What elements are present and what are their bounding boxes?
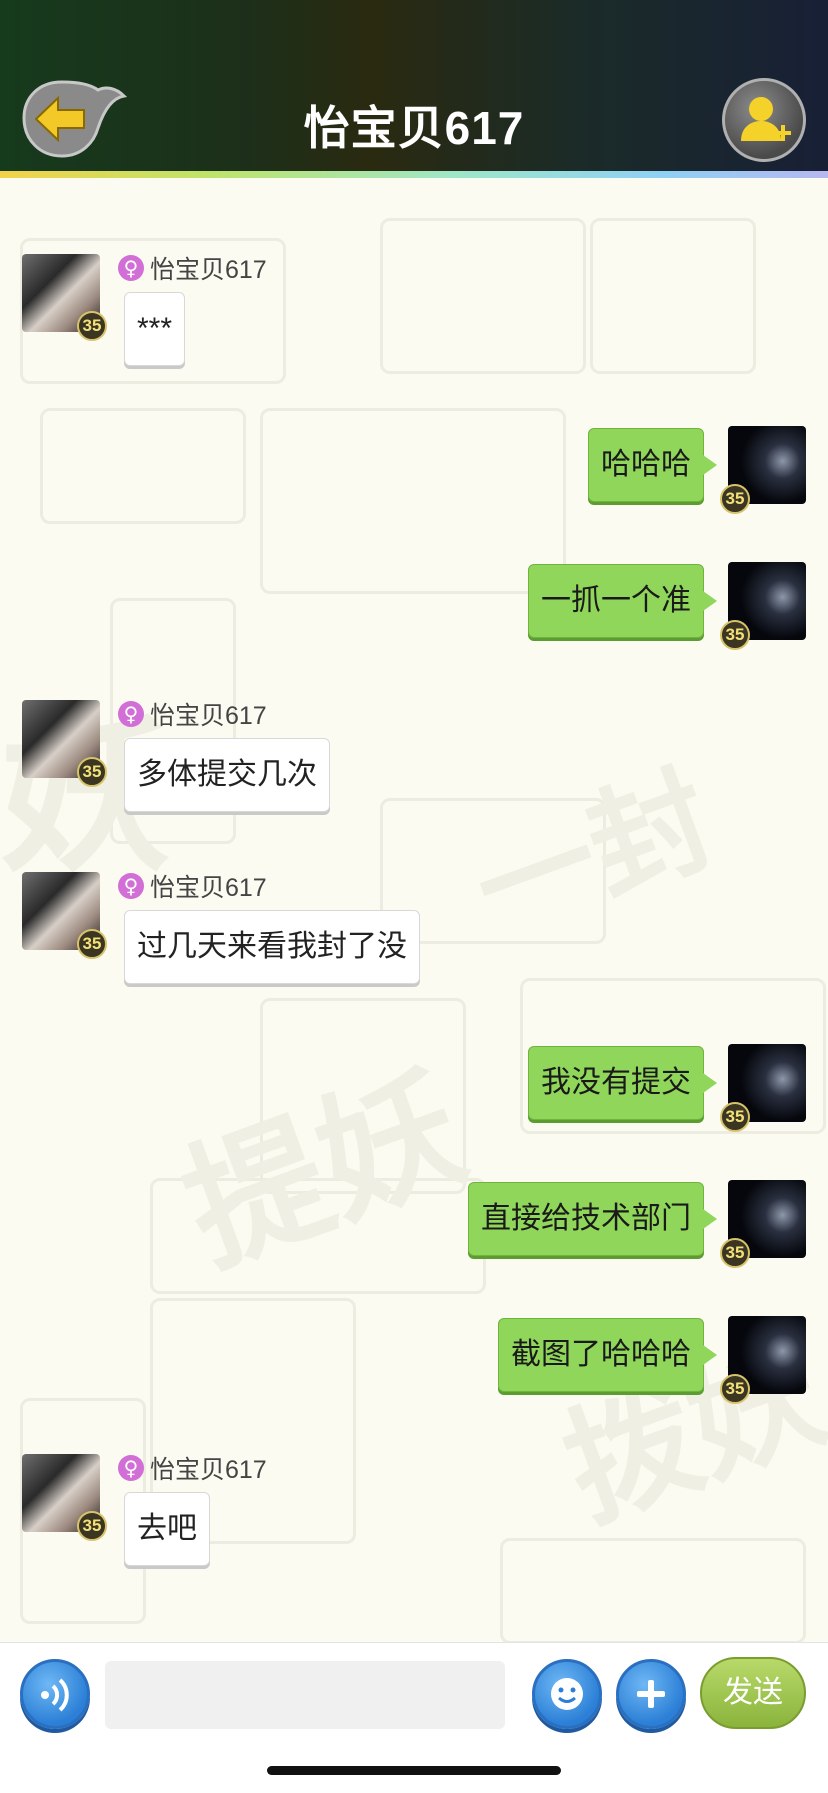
sender-label: ♀ 怡宝贝617 (118, 1452, 267, 1484)
voice-button[interactable] (20, 1659, 90, 1729)
sender-name: 怡宝贝617 (150, 874, 267, 902)
plus-button[interactable] (616, 1659, 686, 1729)
message-bubble[interactable]: 哈哈哈 (588, 428, 717, 502)
message-input[interactable] (105, 1661, 505, 1729)
plus-icon (637, 1680, 665, 1708)
send-button[interactable]: 发送 (700, 1657, 806, 1729)
sender-name: 怡宝贝617 (150, 1456, 267, 1484)
message-bubble[interactable]: 直接给技术部门 (468, 1182, 717, 1256)
sender-label: ♀ 怡宝贝617 (118, 870, 267, 902)
message-bubble[interactable]: 过几天来看我封了没 (124, 910, 420, 984)
level-badge: 35 (77, 929, 107, 959)
sender-name: 怡宝贝617 (150, 702, 267, 730)
message-bubble[interactable]: 多体提交几次 (124, 738, 330, 812)
female-icon: ♀ (118, 255, 144, 281)
page-title: 怡宝贝617 (303, 102, 525, 154)
message-bubble[interactable]: 一抓一个准 (528, 564, 717, 638)
female-icon: ♀ (118, 1455, 144, 1481)
level-badge: 35 (77, 311, 107, 341)
message-bubble[interactable]: 我没有提交 (528, 1046, 717, 1120)
level-badge: 35 (720, 620, 750, 650)
header-divider (0, 171, 828, 178)
female-icon: ♀ (118, 701, 144, 727)
female-icon: ♀ (118, 873, 144, 899)
message-bubble[interactable]: 截图了哈哈哈 (498, 1318, 717, 1392)
sender-label: ♀ 怡宝贝617 (118, 698, 267, 730)
level-badge: 35 (77, 757, 107, 787)
add-friend-button[interactable] (722, 78, 806, 162)
home-indicator[interactable] (267, 1766, 561, 1775)
level-badge: 35 (77, 1511, 107, 1541)
message-bubble[interactable]: 去吧 (124, 1492, 210, 1566)
level-badge: 35 (720, 1102, 750, 1132)
level-badge: 35 (720, 1238, 750, 1268)
add-friend-icon (741, 97, 791, 141)
level-badge: 35 (720, 1374, 750, 1404)
message-bubble[interactable]: *** (124, 292, 186, 366)
emoji-button[interactable] (532, 1659, 602, 1729)
sender-label: ♀ 怡宝贝617 (118, 252, 267, 284)
sender-name: 怡宝贝617 (150, 256, 267, 284)
voice-icon (41, 1678, 69, 1712)
emoji-icon (551, 1678, 583, 1710)
level-badge: 35 (720, 484, 750, 514)
